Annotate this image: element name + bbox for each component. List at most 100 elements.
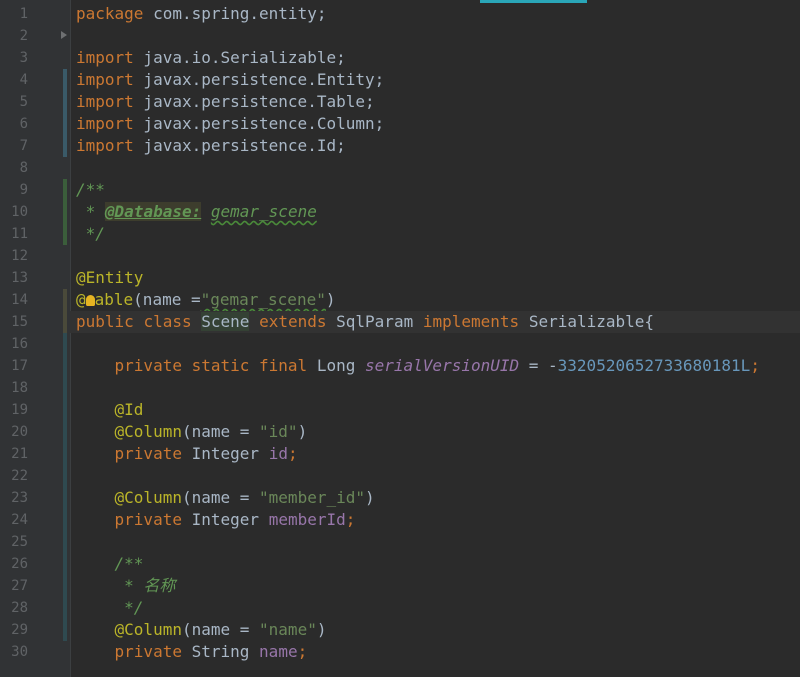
code-line-4[interactable]: 4 import javax.persistence.Entity;: [20, 69, 800, 91]
change-marker[interactable]: [63, 69, 67, 91]
keyword: extends: [259, 312, 327, 331]
code-line-7[interactable]: 7 import javax.persistence.Id;: [20, 135, 800, 157]
change-marker[interactable]: [63, 377, 67, 399]
code-line-8[interactable]: 8: [20, 157, 800, 179]
import-path: javax.persistence.Table;: [133, 92, 375, 111]
javadoc-space: [201, 202, 211, 221]
change-marker[interactable]: [63, 531, 67, 553]
code-line-29[interactable]: 29 @Column(name = "name"): [11, 619, 800, 641]
keyword: import: [76, 136, 134, 155]
change-marker[interactable]: [63, 289, 67, 311]
line-number: 8: [19, 160, 28, 176]
code-line-3[interactable]: 3 import java.io.Serializable;: [20, 47, 800, 69]
type-name: Long: [316, 356, 356, 375]
field-name: memberId: [268, 510, 346, 529]
line-number: 19: [11, 402, 28, 418]
change-marker[interactable]: [63, 575, 67, 597]
change-marker[interactable]: [63, 619, 67, 641]
change-marker[interactable]: [63, 487, 67, 509]
line-number: 5: [19, 94, 28, 110]
string-literal: "member_id": [259, 488, 365, 507]
code-line-14[interactable]: 14 @ able(name ="gemar_scene"): [11, 289, 800, 311]
change-marker[interactable]: [63, 597, 67, 619]
change-marker[interactable]: [63, 421, 67, 443]
code-line-25[interactable]: 25: [11, 531, 800, 553]
line-number: 3: [19, 50, 28, 66]
parent-class: SqlParam: [336, 312, 414, 331]
line-number: 27: [11, 578, 28, 594]
change-marker[interactable]: [63, 333, 67, 355]
keyword: import: [76, 48, 134, 67]
line-number: 16: [11, 336, 28, 352]
annotation-args: ): [297, 422, 308, 441]
annotation-args: (name =: [181, 422, 260, 441]
code-line-17[interactable]: 17 private static final Long serialVersi…: [11, 355, 800, 377]
code-line-28[interactable]: 28 */: [11, 597, 800, 619]
code-line-16[interactable]: 16: [11, 333, 800, 355]
field-name: name: [259, 642, 298, 661]
code-line-22[interactable]: 22: [11, 465, 800, 487]
string-literal: "gemar_scene": [200, 290, 326, 309]
annotation: @Column: [114, 488, 182, 507]
interface-name: Serializable{: [528, 312, 655, 331]
code-line-20[interactable]: 20 @Column(name = "id"): [11, 421, 800, 443]
code-line-21[interactable]: 21 private Integer id;: [11, 443, 800, 465]
annotation: @Id: [114, 400, 144, 419]
change-marker[interactable]: [63, 465, 67, 487]
code-line-6[interactable]: 6 import javax.persistence.Column;: [20, 113, 800, 135]
annotation: @Entity: [76, 268, 144, 287]
operator: = -: [519, 356, 558, 375]
import-path: javax.persistence.Id;: [133, 136, 346, 155]
javadoc-comment: *: [76, 202, 105, 221]
string-literal: "name": [259, 620, 317, 639]
line-number: 7: [19, 138, 28, 154]
keyword: import: [76, 92, 134, 111]
line-number: 22: [11, 468, 28, 484]
code-line-23[interactable]: 23 @Column(name = "member_id"): [11, 487, 800, 509]
code-line-30[interactable]: 30 private String name;: [11, 641, 800, 663]
line-number: 25: [11, 534, 28, 550]
code-line-9[interactable]: 9 /**: [20, 179, 800, 201]
code-editor[interactable]: 1 package com.spring.entity; 2 3 import ja…: [0, 0, 800, 677]
line-number: 13: [11, 270, 28, 286]
code-line-10[interactable]: 10 * @Database: gemar_scene: [11, 201, 800, 223]
import-path: javax.persistence.Entity;: [133, 70, 385, 89]
line-number: 24: [11, 512, 28, 528]
change-marker[interactable]: [63, 223, 67, 245]
code-line-26[interactable]: 26 /**: [11, 553, 800, 575]
change-marker[interactable]: [63, 135, 67, 157]
change-marker[interactable]: [63, 201, 67, 223]
change-marker[interactable]: [63, 311, 67, 333]
fold-arrow-icon[interactable]: [61, 31, 67, 39]
change-marker[interactable]: [63, 179, 67, 201]
javadoc-comment: */: [114, 598, 144, 617]
lightbulb-icon[interactable]: [85, 295, 95, 306]
change-marker[interactable]: [63, 553, 67, 575]
code-line-2[interactable]: 2: [20, 25, 800, 47]
annotation-args: (name =: [133, 290, 201, 309]
code-line-13[interactable]: 13 @Entity: [11, 267, 800, 289]
code-line-27[interactable]: 27 * 名称: [11, 575, 800, 597]
code-area[interactable]: 1 package com.spring.entity; 2 3 import ja…: [11, 3, 800, 663]
keyword: private: [114, 642, 182, 661]
annotation-args: (name =: [181, 488, 260, 507]
line-number: 21: [11, 446, 28, 462]
line-number: 20: [11, 424, 28, 440]
code-line-1[interactable]: 1 package com.spring.entity;: [20, 3, 800, 25]
code-line-24[interactable]: 24 private Integer memberId;: [11, 509, 800, 531]
code-line-19[interactable]: 19 @Id: [11, 399, 800, 421]
line-number: 26: [11, 556, 28, 572]
code-line-12[interactable]: 12: [11, 245, 800, 267]
code-line-11[interactable]: 11 */: [11, 223, 800, 245]
code-line-5[interactable]: 5 import javax.persistence.Table;: [20, 91, 800, 113]
change-marker[interactable]: [63, 91, 67, 113]
code-line-18[interactable]: 18: [11, 377, 800, 399]
static-field: serialVersionUID: [365, 356, 520, 375]
change-marker[interactable]: [63, 443, 67, 465]
change-marker[interactable]: [63, 509, 67, 531]
code-line-15[interactable]: 15 public class Scene extends SqlParam im…: [11, 311, 800, 333]
change-marker[interactable]: [63, 355, 67, 377]
type-name: Integer: [191, 444, 260, 463]
change-marker[interactable]: [63, 113, 67, 135]
change-marker[interactable]: [63, 399, 67, 421]
